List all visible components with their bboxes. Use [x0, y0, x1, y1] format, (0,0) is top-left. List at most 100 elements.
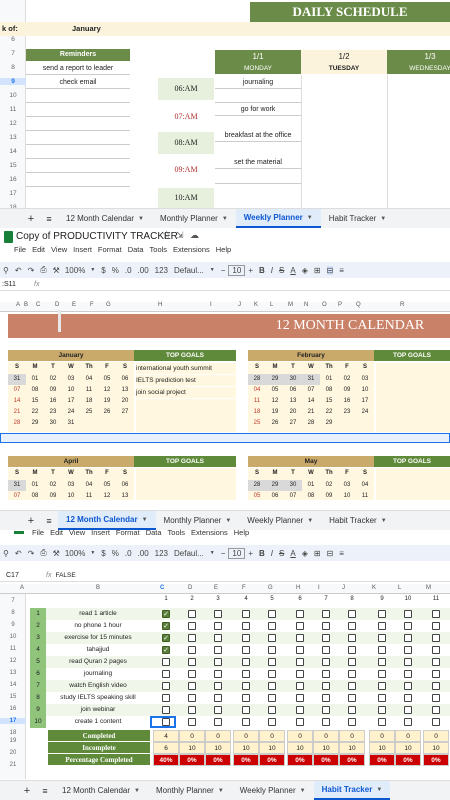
habit-checkbox[interactable]: [296, 658, 304, 666]
column-header[interactable]: H: [158, 302, 162, 308]
calendar-day[interactable]: 08: [26, 385, 44, 396]
decrease-decimal-button[interactable]: .0: [125, 549, 132, 558]
column-header[interactable]: R: [400, 302, 404, 308]
habit-checkbox[interactable]: [188, 658, 196, 666]
habit-checkbox[interactable]: [348, 718, 356, 726]
column-header[interactable]: A: [20, 585, 24, 591]
habit-checkbox[interactable]: [242, 682, 250, 690]
habit-checkbox[interactable]: [322, 682, 330, 690]
calendar-day[interactable]: 20: [284, 407, 302, 418]
column-header[interactable]: G: [106, 302, 111, 308]
habit-checkbox[interactable]: [348, 658, 356, 666]
menu-format[interactable]: Format: [116, 528, 140, 537]
habit-name[interactable]: study IELTS speaking skill: [46, 692, 150, 704]
italic-button[interactable]: I: [271, 549, 273, 558]
habit-checkbox[interactable]: [378, 610, 386, 618]
column-header[interactable]: C: [36, 302, 40, 308]
calendar-day[interactable]: 02: [320, 480, 338, 491]
calendar-day[interactable]: 20: [116, 396, 134, 407]
habit-checkbox[interactable]: [378, 646, 386, 654]
calendar-day[interactable]: 19: [98, 396, 116, 407]
calendar-day[interactable]: 21: [8, 407, 26, 418]
habit-checkbox[interactable]: [242, 694, 250, 702]
fill-color-icon[interactable]: ◈: [302, 549, 308, 558]
calendar-day[interactable]: 11: [356, 491, 374, 502]
calendar-day[interactable]: 07: [302, 385, 320, 396]
menu-data[interactable]: Data: [128, 245, 144, 254]
column-header[interactable]: B: [96, 585, 100, 591]
font-size-input[interactable]: 10: [228, 547, 246, 559]
habit-checkbox[interactable]: [188, 646, 196, 654]
habit-checkbox[interactable]: [378, 694, 386, 702]
calendar-day[interactable]: 01: [302, 480, 320, 491]
calendar-day[interactable]: 05: [266, 385, 284, 396]
calendar-day[interactable]: 12: [266, 396, 284, 407]
calendar-day[interactable]: 09: [44, 385, 62, 396]
habit-checkbox[interactable]: [378, 634, 386, 642]
calendar-day[interactable]: 03: [338, 480, 356, 491]
menu-edit[interactable]: Edit: [32, 245, 45, 254]
calendar-day[interactable]: [356, 418, 374, 429]
habit-checkbox[interactable]: [268, 658, 276, 666]
search-icon[interactable]: ⚲: [3, 266, 9, 275]
font-select[interactable]: Defaul...: [174, 266, 204, 275]
tab-12-month-calendar[interactable]: 12 Month Calendar ▼: [58, 209, 152, 228]
habit-checkbox[interactable]: [432, 658, 440, 666]
menu-extensions[interactable]: Extensions: [191, 528, 228, 537]
habit-checkbox[interactable]: [268, 682, 276, 690]
column-header[interactable]: H: [296, 585, 300, 591]
habit-checkbox[interactable]: [268, 718, 276, 726]
habit-checkbox[interactable]: [242, 718, 250, 726]
habit-checkbox[interactable]: [268, 694, 276, 702]
borders-icon[interactable]: ⊞: [314, 266, 321, 275]
habit-checkbox[interactable]: [242, 622, 250, 630]
calendar-day[interactable]: 11: [80, 385, 98, 396]
cloud-icon[interactable]: ☁: [190, 230, 199, 241]
calendar-day[interactable]: 29: [320, 418, 338, 429]
habit-checkbox[interactable]: [268, 706, 276, 714]
calendar-day[interactable]: 22: [26, 407, 44, 418]
calendar-day[interactable]: 16: [44, 396, 62, 407]
text-color-button[interactable]: A: [290, 549, 295, 558]
calendar-day[interactable]: 08: [302, 491, 320, 502]
habit-checkbox[interactable]: [296, 670, 304, 678]
calendar-day[interactable]: 06: [116, 374, 134, 385]
column-header[interactable]: Q: [356, 302, 361, 308]
print-icon[interactable]: ⎙: [40, 265, 46, 275]
column-header[interactable]: O: [322, 302, 327, 308]
calendar-day[interactable]: 30: [284, 480, 302, 491]
calendar-day[interactable]: 11: [80, 491, 98, 502]
calendar-day[interactable]: 31: [62, 418, 80, 429]
habit-checkbox[interactable]: [404, 706, 412, 714]
calendar-day[interactable]: 18: [248, 407, 266, 418]
menu-edit[interactable]: Edit: [50, 528, 63, 537]
habit-checkbox[interactable]: [322, 622, 330, 630]
column-header[interactable]: B: [24, 302, 28, 308]
font-size-decrease[interactable]: −: [221, 266, 226, 275]
habit-checkbox[interactable]: [214, 694, 222, 702]
column-header[interactable]: N: [304, 302, 308, 308]
text-color-button[interactable]: A: [290, 266, 295, 275]
calendar-day[interactable]: 23: [44, 407, 62, 418]
calendar-day[interactable]: 28: [248, 374, 266, 385]
menu-format[interactable]: Format: [98, 245, 122, 254]
calendar-day[interactable]: 09: [44, 491, 62, 502]
calendar-day[interactable]: 13: [284, 396, 302, 407]
calendar-day[interactable]: 29: [266, 480, 284, 491]
reminder-item[interactable]: check email: [26, 76, 130, 89]
habit-checkbox[interactable]: [296, 634, 304, 642]
column-header[interactable]: K: [372, 585, 376, 591]
font-select[interactable]: Defaul...: [174, 549, 204, 558]
habit-checkbox[interactable]: [404, 634, 412, 642]
habit-checkbox[interactable]: [432, 718, 440, 726]
calendar-day[interactable]: [338, 418, 356, 429]
column-header[interactable]: P: [338, 302, 342, 308]
column-header[interactable]: D: [55, 302, 59, 308]
all-sheets-button[interactable]: ≡: [40, 214, 58, 224]
habit-name[interactable]: read 1 article: [46, 608, 150, 620]
calendar-day[interactable]: 16: [338, 396, 356, 407]
habit-checkbox[interactable]: [214, 670, 222, 678]
bold-button[interactable]: B: [259, 549, 265, 558]
menu-view[interactable]: View: [51, 245, 67, 254]
habit-checkbox[interactable]: [242, 658, 250, 666]
